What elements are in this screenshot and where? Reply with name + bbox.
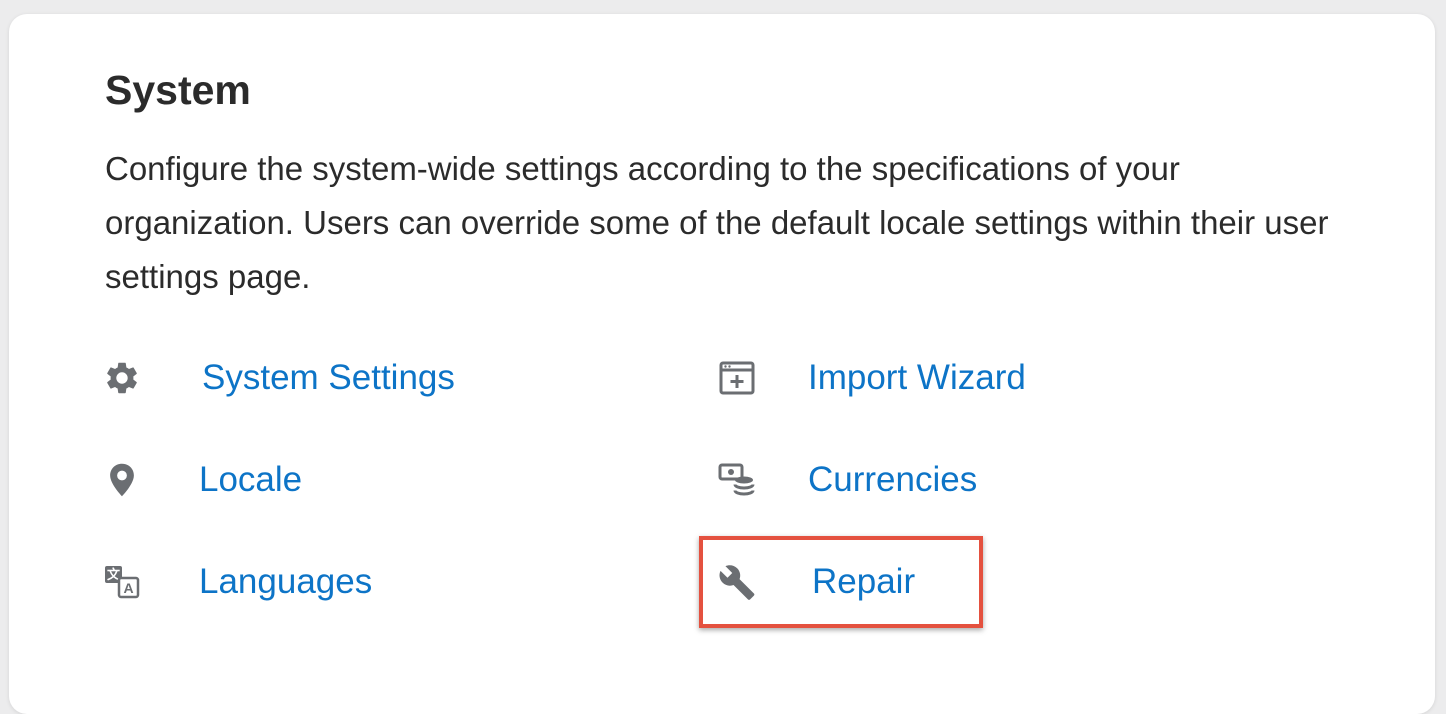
- system-settings-link[interactable]: System Settings: [102, 348, 502, 408]
- import-window-icon: [717, 358, 757, 398]
- languages-link[interactable]: 文 A Languages: [102, 552, 502, 612]
- currency-coins-icon: [717, 460, 757, 500]
- currencies-link[interactable]: Currencies: [717, 450, 1117, 510]
- system-settings-label[interactable]: System Settings: [202, 358, 455, 398]
- locale-label[interactable]: Locale: [199, 460, 302, 500]
- section-title: System: [105, 67, 251, 113]
- gear-icon: [102, 358, 142, 398]
- svg-text:A: A: [123, 580, 133, 596]
- currencies-label[interactable]: Currencies: [808, 460, 977, 500]
- languages-label[interactable]: Languages: [199, 562, 372, 602]
- section-description: Configure the system-wide settings accor…: [105, 150, 1329, 295]
- locale-link[interactable]: Locale: [102, 450, 502, 510]
- repair-highlight-box: [699, 536, 983, 628]
- import-wizard-link[interactable]: Import Wizard: [717, 348, 1117, 408]
- import-wizard-label[interactable]: Import Wizard: [808, 358, 1026, 398]
- system-card: System Configure the system-wide setting…: [9, 14, 1435, 714]
- translate-icon: 文 A: [102, 562, 142, 602]
- map-pin-icon: [102, 460, 142, 500]
